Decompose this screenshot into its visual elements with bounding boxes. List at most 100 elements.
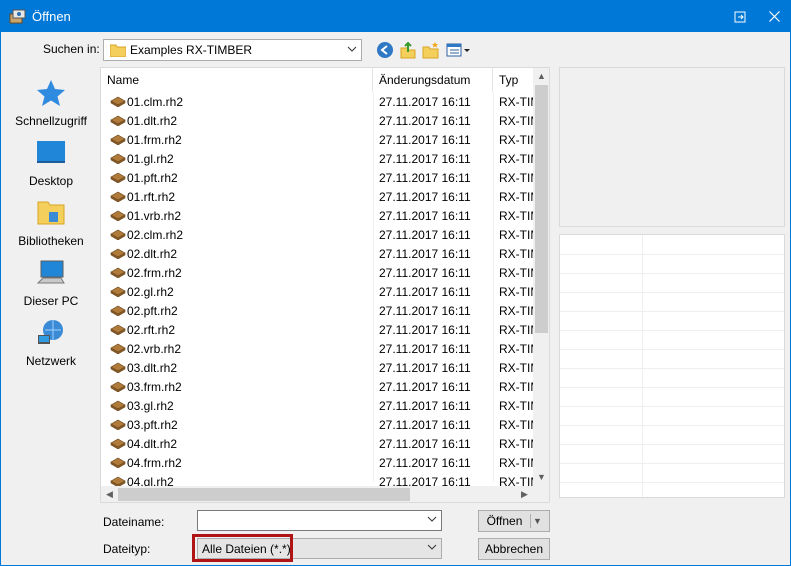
file-date: 27.11.2017 16:11 [379,152,471,166]
chevron-down-icon [427,544,437,550]
lookin-value: Examples RX-TIMBER [130,43,253,57]
timber-file-icon [110,457,126,468]
chevron-down-icon [347,46,357,52]
file-row[interactable]: 02.rft.rh2 27.11.2017 16:11 RX-TIM [101,320,533,339]
file-type: RX-TIM [499,323,533,337]
file-row[interactable]: 02.gl.rh2 27.11.2017 16:11 RX-TIM [101,282,533,301]
timber-file-icon [110,419,126,430]
open-button[interactable]: Öffnen ▼ [478,510,550,532]
file-row[interactable]: 03.gl.rh2 27.11.2017 16:11 RX-TIM [101,396,533,415]
open-button-label: Öffnen [486,514,523,528]
file-row[interactable]: 03.frm.rh2 27.11.2017 16:11 RX-TIM [101,377,533,396]
grid-line [560,254,784,255]
place-this-pc[interactable]: Dieser PC [1,257,101,315]
file-date: 27.11.2017 16:11 [379,456,471,470]
scroll-down-icon[interactable]: ▼ [533,469,549,486]
scroll-right-icon[interactable]: ▶ [516,486,533,502]
timber-file-icon [110,267,126,278]
place-desktop[interactable]: Desktop [1,137,101,195]
back-icon[interactable] [376,41,394,59]
help-button[interactable] [723,1,757,32]
column-header-date[interactable]: Änderungsdatum [373,68,493,92]
file-row[interactable]: 03.dlt.rh2 27.11.2017 16:11 RX-TIM [101,358,533,377]
chevron-down-icon[interactable] [427,514,437,524]
file-date: 27.11.2017 16:11 [379,190,471,204]
grid-line [560,444,784,445]
horizontal-scrollbar[interactable]: ◀ ▶ [101,486,533,502]
chevron-down-icon[interactable]: ▼ [533,511,542,531]
file-row[interactable]: 01.clm.rh2 27.11.2017 16:11 RX-TIM [101,92,533,111]
file-date: 27.11.2017 16:11 [379,247,471,261]
timber-file-icon [110,134,126,145]
file-row[interactable]: 02.vrb.rh2 27.11.2017 16:11 RX-TIM [101,339,533,358]
preview-image-pane [559,67,785,227]
file-row[interactable]: 01.rft.rh2 27.11.2017 16:11 RX-TIM [101,187,533,206]
file-date: 27.11.2017 16:11 [379,171,471,185]
file-type: RX-TIM [499,190,533,204]
file-type: RX-TIM [499,304,533,318]
folder-icon [110,44,126,57]
file-name: 02.rft.rh2 [127,323,176,337]
place-network[interactable]: Netzwerk [1,317,101,375]
view-menu-icon[interactable] [445,41,471,59]
file-row[interactable]: 02.pft.rh2 27.11.2017 16:11 RX-TIM [101,301,533,320]
timber-file-icon [110,153,126,164]
timber-file-icon [110,381,126,392]
scroll-up-icon[interactable]: ▲ [533,68,549,85]
file-row[interactable]: 01.dlt.rh2 27.11.2017 16:11 RX-TIM [101,111,533,130]
file-name: 01.vrb.rh2 [127,209,182,223]
grid-line [560,406,784,407]
file-name: 03.frm.rh2 [127,380,182,394]
file-name: 02.clm.rh2 [127,228,184,242]
place-label: Desktop [28,174,74,188]
file-row[interactable]: 01.gl.rh2 27.11.2017 16:11 RX-TIM [101,149,533,168]
libraries-icon [37,201,65,225]
grid-line [560,273,784,274]
column-header-name[interactable]: Name [101,68,373,92]
file-row[interactable]: 02.clm.rh2 27.11.2017 16:11 RX-TIM [101,225,533,244]
scroll-thumb[interactable] [118,488,410,501]
vertical-scrollbar[interactable]: ▲ ▼ [533,68,549,486]
new-folder-icon[interactable] [422,41,440,59]
file-date: 27.11.2017 16:11 [379,95,471,109]
file-row[interactable]: 03.pft.rh2 27.11.2017 16:11 RX-TIM [101,415,533,434]
timber-file-icon [110,191,126,202]
file-row[interactable]: 04.frm.rh2 27.11.2017 16:11 RX-TIM [101,453,533,472]
file-date: 27.11.2017 16:11 [379,228,471,242]
file-date: 27.11.2017 16:11 [379,399,471,413]
file-type: RX-TIM [499,456,533,470]
file-row[interactable]: 04.dlt.rh2 27.11.2017 16:11 RX-TIM [101,434,533,453]
file-date: 27.11.2017 16:11 [379,437,471,451]
grid-line [560,330,784,331]
grid-line [560,349,784,350]
place-libraries[interactable]: Bibliotheken [1,197,101,255]
close-button[interactable] [757,1,791,32]
timber-file-icon [110,248,126,259]
file-row[interactable]: 02.frm.rh2 27.11.2017 16:11 RX-TIM [101,263,533,282]
filename-label: Dateiname: [103,515,165,529]
file-row[interactable]: 01.vrb.rh2 27.11.2017 16:11 RX-TIM [101,206,533,225]
timber-file-icon [110,400,126,411]
timber-file-icon [110,172,126,183]
scroll-left-icon[interactable]: ◀ [101,486,118,502]
grid-line [560,482,784,483]
up-folder-icon[interactable] [399,41,417,59]
cancel-button[interactable]: Abbrechen [478,538,550,560]
file-date: 27.11.2017 16:11 [379,342,471,356]
filetype-label: Dateityp: [103,542,151,556]
highlight-box [192,534,293,562]
file-list[interactable]: ^ Name Änderungsdatum Typ 01.clm.rh227.1… [100,67,550,503]
places-bar: Schnellzugriff Desktop Bibliotheken Dies… [1,67,101,497]
app-icon [9,9,26,24]
file-row[interactable]: 02.dlt.rh2 27.11.2017 16:11 RX-TIM [101,244,533,263]
file-row[interactable]: 01.pft.rh2 27.11.2017 16:11 RX-TIM [101,168,533,187]
file-date: 27.11.2017 16:11 [379,209,471,223]
star-icon [37,80,65,106]
place-quick-access[interactable]: Schnellzugriff [1,77,101,135]
timber-file-icon [110,229,126,240]
file-row[interactable]: 01.frm.rh2 27.11.2017 16:11 RX-TIM [101,130,533,149]
file-name: 02.pft.rh2 [127,304,178,318]
scroll-thumb[interactable] [535,85,548,333]
filename-input[interactable] [197,510,442,531]
lookin-combo[interactable]: Examples RX-TIMBER [103,39,362,61]
